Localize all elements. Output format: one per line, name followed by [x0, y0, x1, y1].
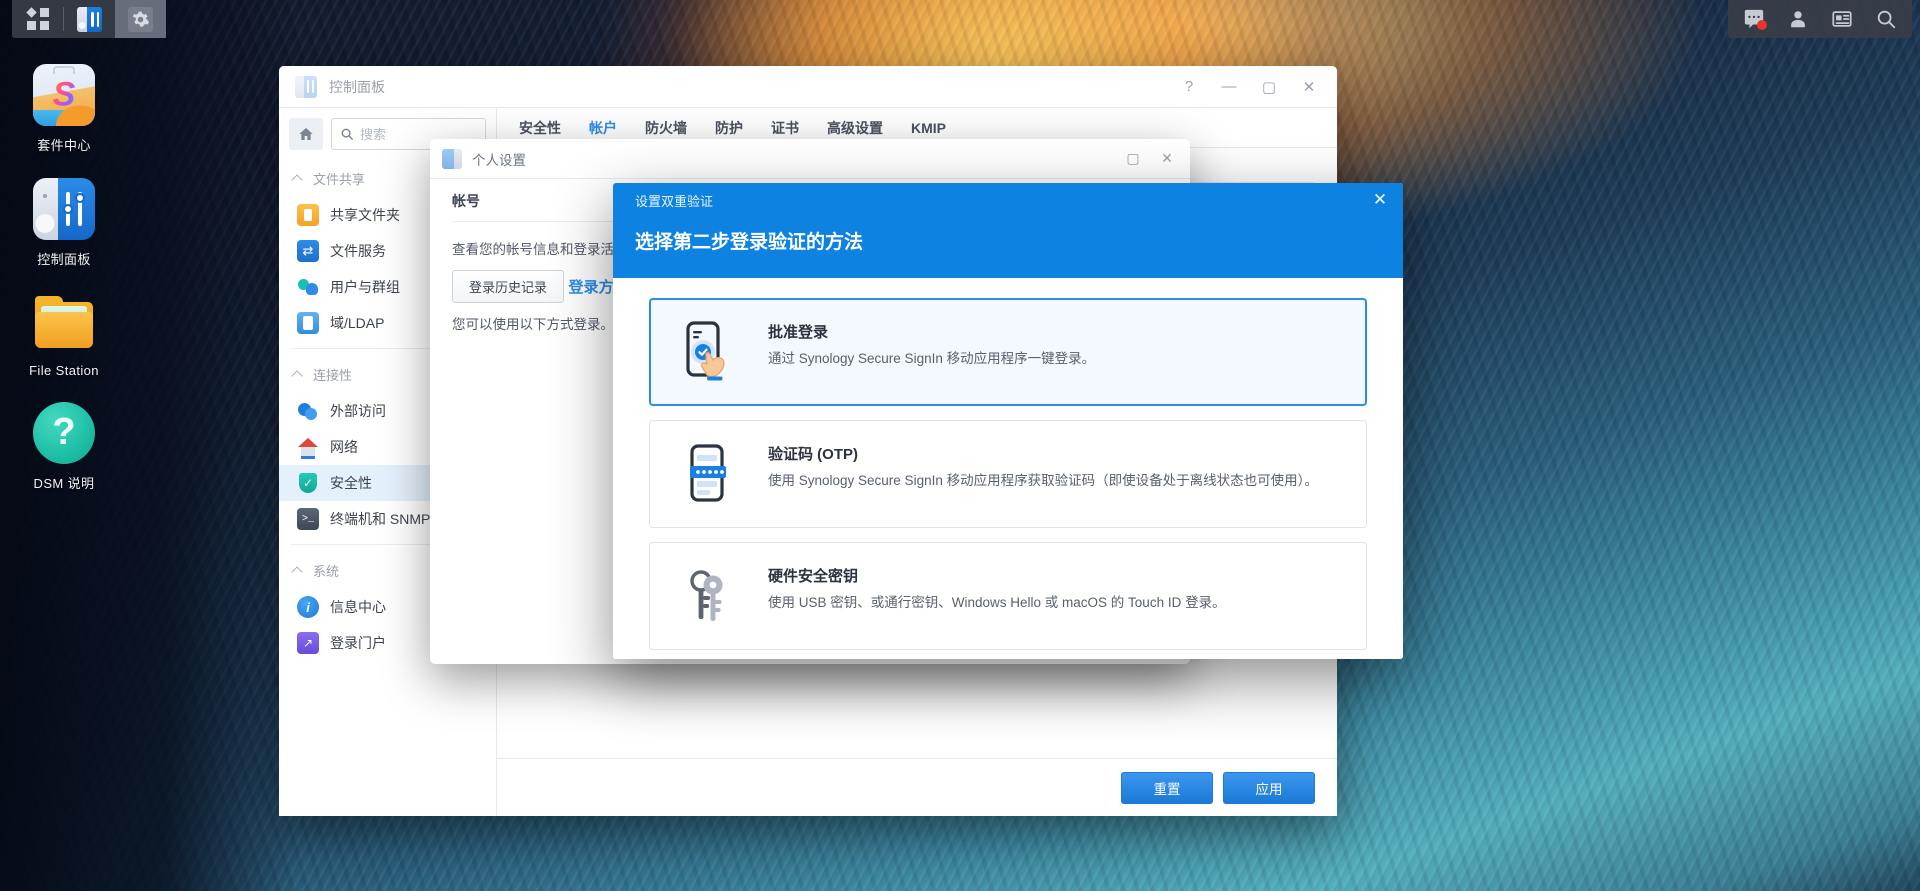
- option-title: 硬件安全密钥: [768, 568, 859, 585]
- option-otp[interactable]: 验证码 (OTP) 使用 Synology Secure SignIn 移动应用…: [649, 420, 1367, 528]
- option-description: 使用 USB 密钥、或通行密钥、Windows Hello 或 macOS 的 …: [768, 595, 1226, 610]
- option-text: 验证码 (OTP) 使用 Synology Secure SignIn 移动应用…: [768, 441, 1318, 491]
- taskbar-right-group: [1728, 0, 1912, 38]
- option-title: 验证码 (OTP): [768, 446, 858, 463]
- two-factor-setup-dialog: 设置双重验证 ✕ 选择第二步登录验证的方法 批准登录 通过 Synology S…: [613, 183, 1403, 659]
- user-account-icon[interactable]: [1776, 0, 1820, 38]
- option-description: 通过 Synology Secure SignIn 移动应用程序一键登录。: [768, 351, 1096, 366]
- grid-glyph: [25, 7, 49, 30]
- app-grid-icon[interactable]: [12, 0, 63, 38]
- option-security-key[interactable]: 硬件安全密钥 使用 USB 密钥、或通行密钥、Windows Hello 或 m…: [649, 542, 1367, 650]
- security-key-icon: [674, 563, 746, 629]
- widgets-icon[interactable]: [1820, 0, 1864, 38]
- option-title: 批准登录: [768, 324, 829, 341]
- phone-approve-icon: [674, 319, 746, 385]
- option-approve-sign-in[interactable]: 批准登录 通过 Synology Secure SignIn 移动应用程序一键登…: [649, 298, 1367, 406]
- dialog-body: 批准登录 通过 Synology Secure SignIn 移动应用程序一键登…: [613, 278, 1403, 659]
- close-icon[interactable]: ✕: [1365, 185, 1395, 215]
- search-icon[interactable]: [1864, 0, 1908, 38]
- dialog-titlebar: 设置双重验证 ✕: [613, 183, 1403, 217]
- option-description: 使用 Synology Secure SignIn 移动应用程序获取验证码（即使…: [768, 473, 1318, 488]
- dialog-window-title: 设置双重验证: [635, 193, 714, 209]
- taskbar-control-panel-icon[interactable]: [64, 0, 115, 38]
- notifications-icon[interactable]: [1732, 0, 1776, 38]
- control-panel-glyph: [77, 6, 102, 32]
- desktop: S 套件中心 控制面板 File Station ? DSM 说明 控制面板 ?…: [0, 0, 1920, 891]
- taskbar-left-group: [12, 0, 166, 38]
- option-text: 批准登录 通过 Synology Secure SignIn 移动应用程序一键登…: [768, 319, 1095, 369]
- dialog-heading: 选择第二步登录验证的方法: [635, 232, 864, 253]
- notification-badge: [1757, 20, 1767, 30]
- dialog-header: 设置双重验证 ✕ 选择第二步登录验证的方法: [613, 183, 1403, 278]
- gear-glyph: [128, 6, 153, 32]
- option-text: 硬件安全密钥 使用 USB 密钥、或通行密钥、Windows Hello 或 m…: [768, 563, 1226, 613]
- taskbar-settings-icon[interactable]: [115, 0, 166, 38]
- phone-otp-icon: [674, 441, 746, 507]
